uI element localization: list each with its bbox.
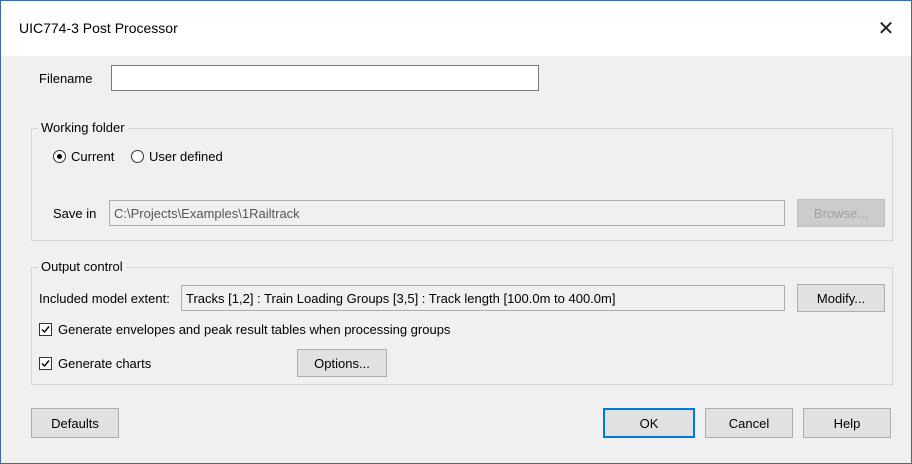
ok-button[interactable]: OK <box>603 408 695 438</box>
radio-current-label[interactable]: Current <box>71 149 114 164</box>
browse-button[interactable]: Browse... <box>797 199 885 227</box>
checkmark-icon <box>41 326 50 334</box>
save-in-label: Save in <box>53 206 97 221</box>
extent-label: Included model extent: <box>39 291 170 306</box>
window-title: UIC774-3 Post Processor <box>19 20 178 36</box>
radio-user-defined[interactable] <box>131 150 144 163</box>
help-button[interactable]: Help <box>803 408 891 438</box>
title-bar: UIC774-3 Post Processor ✕ <box>1 1 911 56</box>
working-folder-legend: Working folder <box>38 120 128 135</box>
filename-input[interactable] <box>111 65 539 91</box>
defaults-button[interactable]: Defaults <box>31 408 119 438</box>
checkmark-icon <box>41 360 50 368</box>
radio-current[interactable] <box>53 150 66 163</box>
cancel-button[interactable]: Cancel <box>705 408 793 438</box>
extent-field: Tracks [1,2] : Train Loading Groups [3,5… <box>181 285 785 311</box>
output-control-legend: Output control <box>38 259 126 274</box>
filename-label: Filename <box>39 71 93 86</box>
charts-checkbox[interactable] <box>39 357 52 370</box>
close-icon[interactable]: ✕ <box>871 13 901 43</box>
envelopes-checkbox[interactable] <box>39 323 52 336</box>
dialog-window: UIC774-3 Post Processor ✕ Filename Worki… <box>0 0 912 464</box>
chart-options-button[interactable]: Options... <box>297 349 387 377</box>
envelopes-label[interactable]: Generate envelopes and peak result table… <box>58 322 450 337</box>
radio-user-defined-label[interactable]: User defined <box>149 149 223 164</box>
charts-label[interactable]: Generate charts <box>58 356 151 371</box>
save-in-field: C:\Projects\Examples\1Railtrack <box>109 200 785 226</box>
modify-button[interactable]: Modify... <box>797 284 885 312</box>
